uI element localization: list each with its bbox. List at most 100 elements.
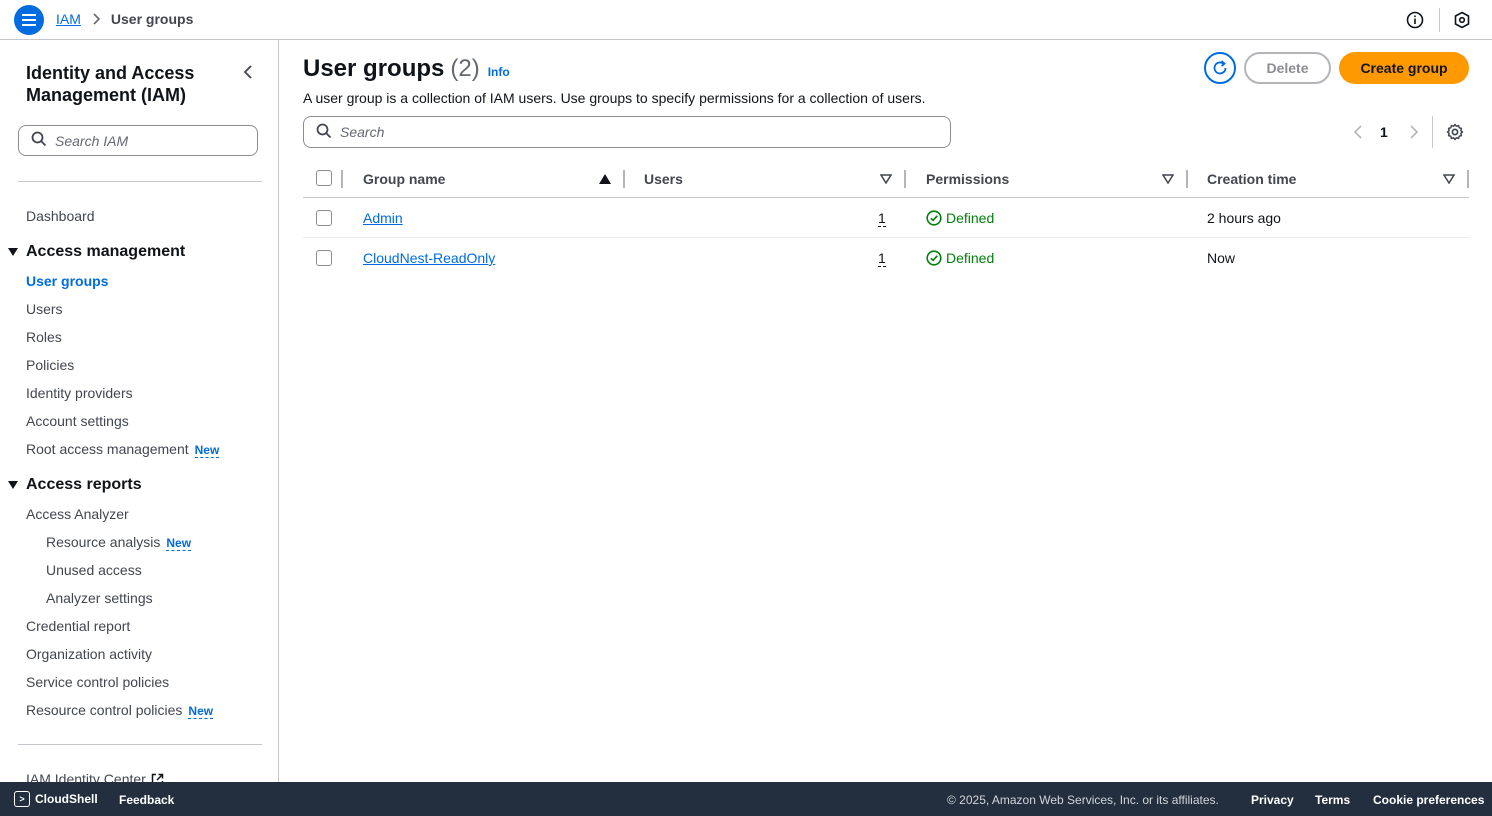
chevron-right-icon	[93, 13, 101, 25]
sidebar-divider	[18, 744, 262, 745]
select-all-checkbox[interactable]	[316, 170, 332, 186]
terminal-icon: >	[14, 791, 30, 807]
section-heading: Access reports	[26, 476, 142, 493]
sidebar-item-resource-analysis[interactable]: Resource analysis New	[46, 534, 192, 551]
creation-time: 2 hours ago	[1207, 210, 1281, 226]
collapse-sidebar-icon[interactable]	[238, 62, 258, 82]
cookie-preferences-link[interactable]: Cookie preferences	[1373, 793, 1484, 807]
cloudshell-label: CloudShell	[35, 792, 98, 806]
top-navigation: IAM User groups	[0, 0, 1492, 40]
sidebar-section-access-reports[interactable]: Access reports	[8, 476, 142, 494]
sidebar-search-input[interactable]	[55, 132, 245, 149]
status-text: Defined	[946, 210, 995, 226]
creation-time: Now	[1207, 250, 1236, 266]
info-circle-icon[interactable]	[1405, 10, 1425, 30]
create-group-button[interactable]: Create group	[1339, 52, 1469, 84]
status-text: Defined	[946, 250, 995, 266]
sidebar-divider	[18, 181, 262, 182]
previous-page-icon[interactable]	[1350, 123, 1366, 141]
sidebar-title: Identity and Access Management (IAM)	[26, 63, 195, 105]
row-checkbox[interactable]	[316, 210, 332, 226]
group-name-link[interactable]: CloudNest-ReadOnly	[363, 250, 495, 266]
new-badge: New	[194, 443, 220, 458]
breadcrumb-current: User groups	[110, 11, 194, 27]
refresh-button[interactable]	[1204, 52, 1236, 84]
sidebar-item-account-settings[interactable]: Account settings	[26, 413, 129, 429]
hamburger-menu-icon[interactable]	[14, 5, 44, 35]
cloudshell-button[interactable]: > CloudShell	[14, 791, 98, 807]
page-title-text: User groups	[303, 55, 445, 82]
users-count[interactable]: 1	[878, 210, 886, 227]
sidebar-item-users[interactable]: Users	[26, 301, 63, 317]
user-groups-table: Group name Users Permissions Creation ti…	[303, 160, 1469, 278]
sidebar-item-user-groups[interactable]: User groups	[26, 273, 108, 289]
sidebar-item-identity-providers[interactable]: Identity providers	[26, 385, 133, 401]
group-name-link[interactable]: Admin	[363, 210, 403, 226]
permissions-status: Defined	[926, 210, 994, 226]
sidebar-item-policies[interactable]: Policies	[26, 357, 74, 373]
sidebar-item-iam-identity-center[interactable]: IAM Identity Center	[26, 771, 164, 782]
sidebar-item-resource-control-policies[interactable]: Resource control policies New	[26, 702, 214, 719]
search-icon	[31, 131, 47, 150]
sidebar-item-label: Resource control policies	[26, 702, 183, 718]
table-search-input[interactable]	[340, 124, 940, 140]
column-divider[interactable]	[623, 170, 625, 188]
column-header-creation-time[interactable]: Creation time	[1207, 171, 1296, 187]
current-page-number[interactable]: 1	[1380, 124, 1388, 140]
caret-down-icon	[8, 248, 18, 256]
column-divider[interactable]	[904, 170, 906, 188]
column-divider[interactable]	[1186, 170, 1188, 188]
copyright-text: © 2025, Amazon Web Services, Inc. or its…	[947, 793, 1219, 807]
sidebar-item-dashboard[interactable]: Dashboard	[26, 208, 95, 224]
refresh-icon	[1213, 60, 1227, 75]
row-checkbox[interactable]	[316, 250, 332, 266]
group-count: (2)	[450, 55, 480, 82]
sort-icon[interactable]	[1162, 173, 1174, 185]
table-row: CloudNest-ReadOnly 1 Defined Now	[303, 238, 1469, 278]
sort-icon[interactable]	[880, 173, 892, 185]
info-link[interactable]: Info	[488, 65, 510, 79]
sidebar-item-organization-activity[interactable]: Organization activity	[26, 646, 152, 662]
privacy-link[interactable]: Privacy	[1251, 793, 1294, 807]
sidebar-item-service-control-policies[interactable]: Service control policies	[26, 674, 169, 690]
sidebar-item-unused-access[interactable]: Unused access	[46, 562, 142, 578]
column-header-group-name[interactable]: Group name	[363, 171, 445, 187]
breadcrumb: IAM User groups	[56, 11, 193, 27]
new-badge: New	[166, 536, 192, 551]
feedback-link[interactable]: Feedback	[119, 793, 174, 807]
permissions-status: Defined	[926, 250, 994, 266]
side-navigation: Identity and Access Management (IAM) Das…	[0, 40, 279, 782]
check-circle-icon	[926, 210, 942, 226]
sidebar-item-label: IAM Identity Center	[26, 771, 146, 782]
sidebar-item-access-analyzer[interactable]: Access Analyzer	[26, 506, 129, 522]
terms-link[interactable]: Terms	[1315, 793, 1350, 807]
table-header: Group name Users Permissions Creation ti…	[303, 160, 1469, 198]
sidebar-item-credential-report[interactable]: Credential report	[26, 618, 130, 634]
table-row: Admin 1 Defined 2 hours ago	[303, 198, 1469, 238]
gear-icon[interactable]	[1445, 122, 1465, 142]
page-description: A user group is a collection of IAM user…	[303, 90, 926, 106]
sidebar-item-analyzer-settings[interactable]: Analyzer settings	[46, 590, 153, 606]
breadcrumb-iam-link[interactable]: IAM	[56, 11, 81, 27]
section-heading: Access management	[26, 243, 186, 260]
column-header-users[interactable]: Users	[644, 171, 683, 187]
delete-button[interactable]: Delete	[1244, 52, 1331, 84]
column-header-permissions[interactable]: Permissions	[926, 171, 1009, 187]
column-divider	[341, 170, 343, 188]
sidebar-item-root-access-management[interactable]: Root access management New	[26, 441, 220, 458]
new-badge: New	[188, 704, 214, 719]
sidebar-search	[18, 125, 258, 156]
security-hexagon-icon[interactable]	[1452, 10, 1472, 30]
users-count[interactable]: 1	[878, 250, 886, 267]
column-divider[interactable]	[1467, 170, 1469, 188]
sidebar-item-label: Resource analysis	[46, 534, 161, 550]
sort-ascending-icon[interactable]	[599, 173, 611, 185]
external-link-icon	[151, 773, 164, 782]
sidebar-item-label: Root access management	[26, 441, 189, 457]
sidebar-section-access-management[interactable]: Access management	[8, 243, 185, 261]
sort-icon[interactable]	[1443, 173, 1455, 185]
sidebar-item-roles[interactable]: Roles	[26, 329, 62, 345]
next-page-icon[interactable]	[1406, 123, 1422, 141]
page-title: User groups (2) Info	[303, 55, 510, 83]
search-icon	[316, 123, 332, 142]
